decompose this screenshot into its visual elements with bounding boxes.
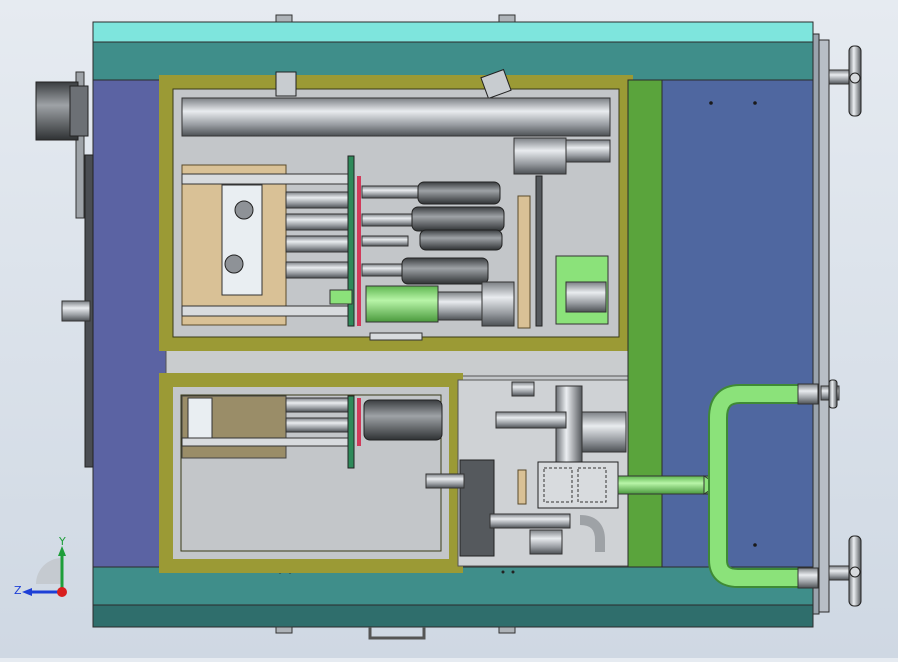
- z-axis-label: Z: [14, 584, 22, 597]
- y-axis-label: Y: [58, 536, 66, 548]
- cad-viewport[interactable]: Y Z: [0, 0, 898, 658]
- left-side-panel: [35, 71, 167, 568]
- assembly-drawing: [35, 14, 862, 640]
- coordinate-axes-icon: Y Z: [14, 536, 67, 597]
- x-axis-origin: [57, 587, 67, 597]
